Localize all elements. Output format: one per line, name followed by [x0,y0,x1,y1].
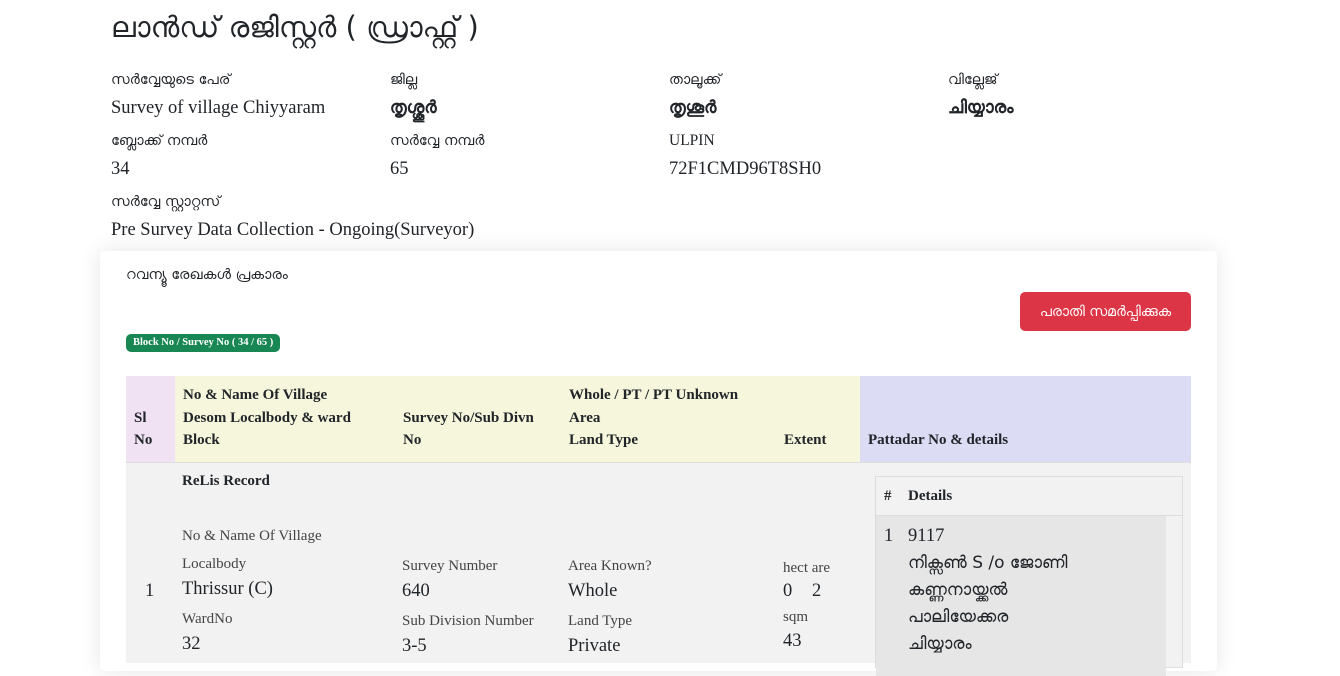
survey-no-value: 65 [390,159,409,179]
village-label: വില്ലേജ് [948,72,998,88]
header-extent: Extent [776,376,860,463]
block-no-label: ബ്ലോക്ക് നമ്പർ [111,133,208,149]
taluk-value: തൃശൂർ [669,98,717,118]
hect-value: 0 [783,580,793,601]
localbody-label: Localbody [182,555,247,572]
sqm-value: 43 [783,630,802,651]
sqm-label: sqm [783,608,809,625]
table-header-row: Sl No No & Name Of Village Desom Localbody… [126,376,1191,463]
meta-village: വില്ലേജ് ചിയ്യാരം [948,70,1013,120]
card-title: റവന്യൂ രേഖകൾ പ്രകാരം [126,267,288,283]
row-sl-no: 1 [145,580,155,601]
meta-district: ജില്ല തൃശ്ശൂർ [390,70,437,120]
meta-survey-name: സർവ്വേയുടെ പേര് Survey of village Chiyya… [111,70,325,120]
ward-value: 32 [182,633,201,654]
meta-block-no: ബ്ലോക്ക് നമ്പർ 34 [111,131,207,181]
meta-ulpin: ULPIN 72F1CMD96T8SH0 [669,131,821,181]
survey-number-value: 640 [402,580,430,601]
details-row: 1 9117 നിക്സൺ S /o ജോണി കണ്ണനായ്ക്കൽ പാല… [876,515,1166,676]
ulpin-label: ULPIN [669,132,715,149]
subdiv-label: Sub Division Number [402,612,534,629]
header-pattadar: Pattadar No & details [860,376,1191,463]
header-area: Whole / PT / PT Unknown Area Land Type [561,376,776,463]
area-known-value: Whole [568,580,618,601]
details-header-index: # [884,487,892,504]
meta-survey-status: സർവ്വേ സ്റ്റാറ്റസ് Pre Survey Data Colle… [111,192,474,242]
details-header: # Details [876,477,1182,516]
header-survey: Survey No/Sub Divn No [395,376,561,463]
survey-name-label: സർവ്വേയുടെ പേര് [111,72,231,88]
land-type-label: Land Type [568,612,633,629]
subdiv-value: 3-5 [402,635,427,656]
block-survey-badge: Block No / Survey No ( 34 / 65 ) [126,334,281,352]
ulpin-value: 72F1CMD96T8SH0 [669,159,822,179]
land-register-table: Sl No No & Name Of Village Desom Localbody… [126,376,1191,676]
land-type-value: Private [568,635,621,656]
block-no-value: 34 [111,159,130,179]
taluk-label: താലൂക്ക് [669,72,722,88]
survey-no-label: സർവ്വേ നമ്പർ [390,133,485,149]
survey-number-label: Survey Number [402,557,498,574]
details-header-label: Details [908,487,953,504]
page-title: ലാൻഡ് രജിസ്റ്റർ ( ഡ്രാഫ്റ്റ് ) [111,10,479,44]
revenue-records-card: റവന്യൂ രേഖകൾ പ്രകാരം പരാതി സമർപ്പിക്കുക … [100,251,1217,676]
are-value: 2 [812,580,822,601]
header-village: No & Name Of Village Desom Localbody & wa… [175,376,395,463]
meta-taluk: താലൂക്ക് തൃശൂർ [669,70,721,120]
detail-house-name: കണ്ണനായ്ക്കൽ [908,579,1008,600]
survey-status-value: Pre Survey Data Collection - Ongoing(Sur… [111,220,475,240]
submit-complaint-button[interactable]: പരാതി സമർപ്പിക്കുക [1020,292,1191,331]
survey-status-label: സർവ്വേ സ്റ്റാറ്റസ് [111,194,221,210]
table-row: 1 ReLis Record No & Name Of Village Loca… [126,462,1191,676]
record-row-body: 1 ReLis Record No & Name Of Village Loca… [126,463,1191,676]
detail-pattadar-no: 9117 [908,525,945,546]
hect-are-label: hect are [783,559,831,576]
meta-survey-no: സർവ്വേ നമ്പർ 65 [390,131,484,181]
pattadar-details-table: # Details 1 9117 നിക്സൺ S /o ജോണി കണ്ണനാ… [875,475,1183,676]
detail-place: പാലിയേക്കര [908,606,1009,627]
village-value: ചിയ്യാരം [948,98,1014,118]
detail-index: 1 [884,525,894,546]
district-value: തൃശ്ശൂർ [390,98,437,118]
district-label: ജില്ല [390,72,418,88]
village-name-label: No & Name Of Village [182,527,322,544]
header-sl-no: Sl No [126,376,175,463]
ward-label: WardNo [182,610,233,627]
relis-record-title: ReLis Record [182,472,270,489]
localbody-value: Thrissur (C) [182,578,273,599]
detail-village: ചിയ്യാരം [908,633,972,654]
area-known-label: Area Known? [568,557,652,574]
detail-owner-name: നിക്സൺ S /o ജോണി [908,552,1068,573]
survey-name-value: Survey of village Chiyyaram [111,98,326,118]
